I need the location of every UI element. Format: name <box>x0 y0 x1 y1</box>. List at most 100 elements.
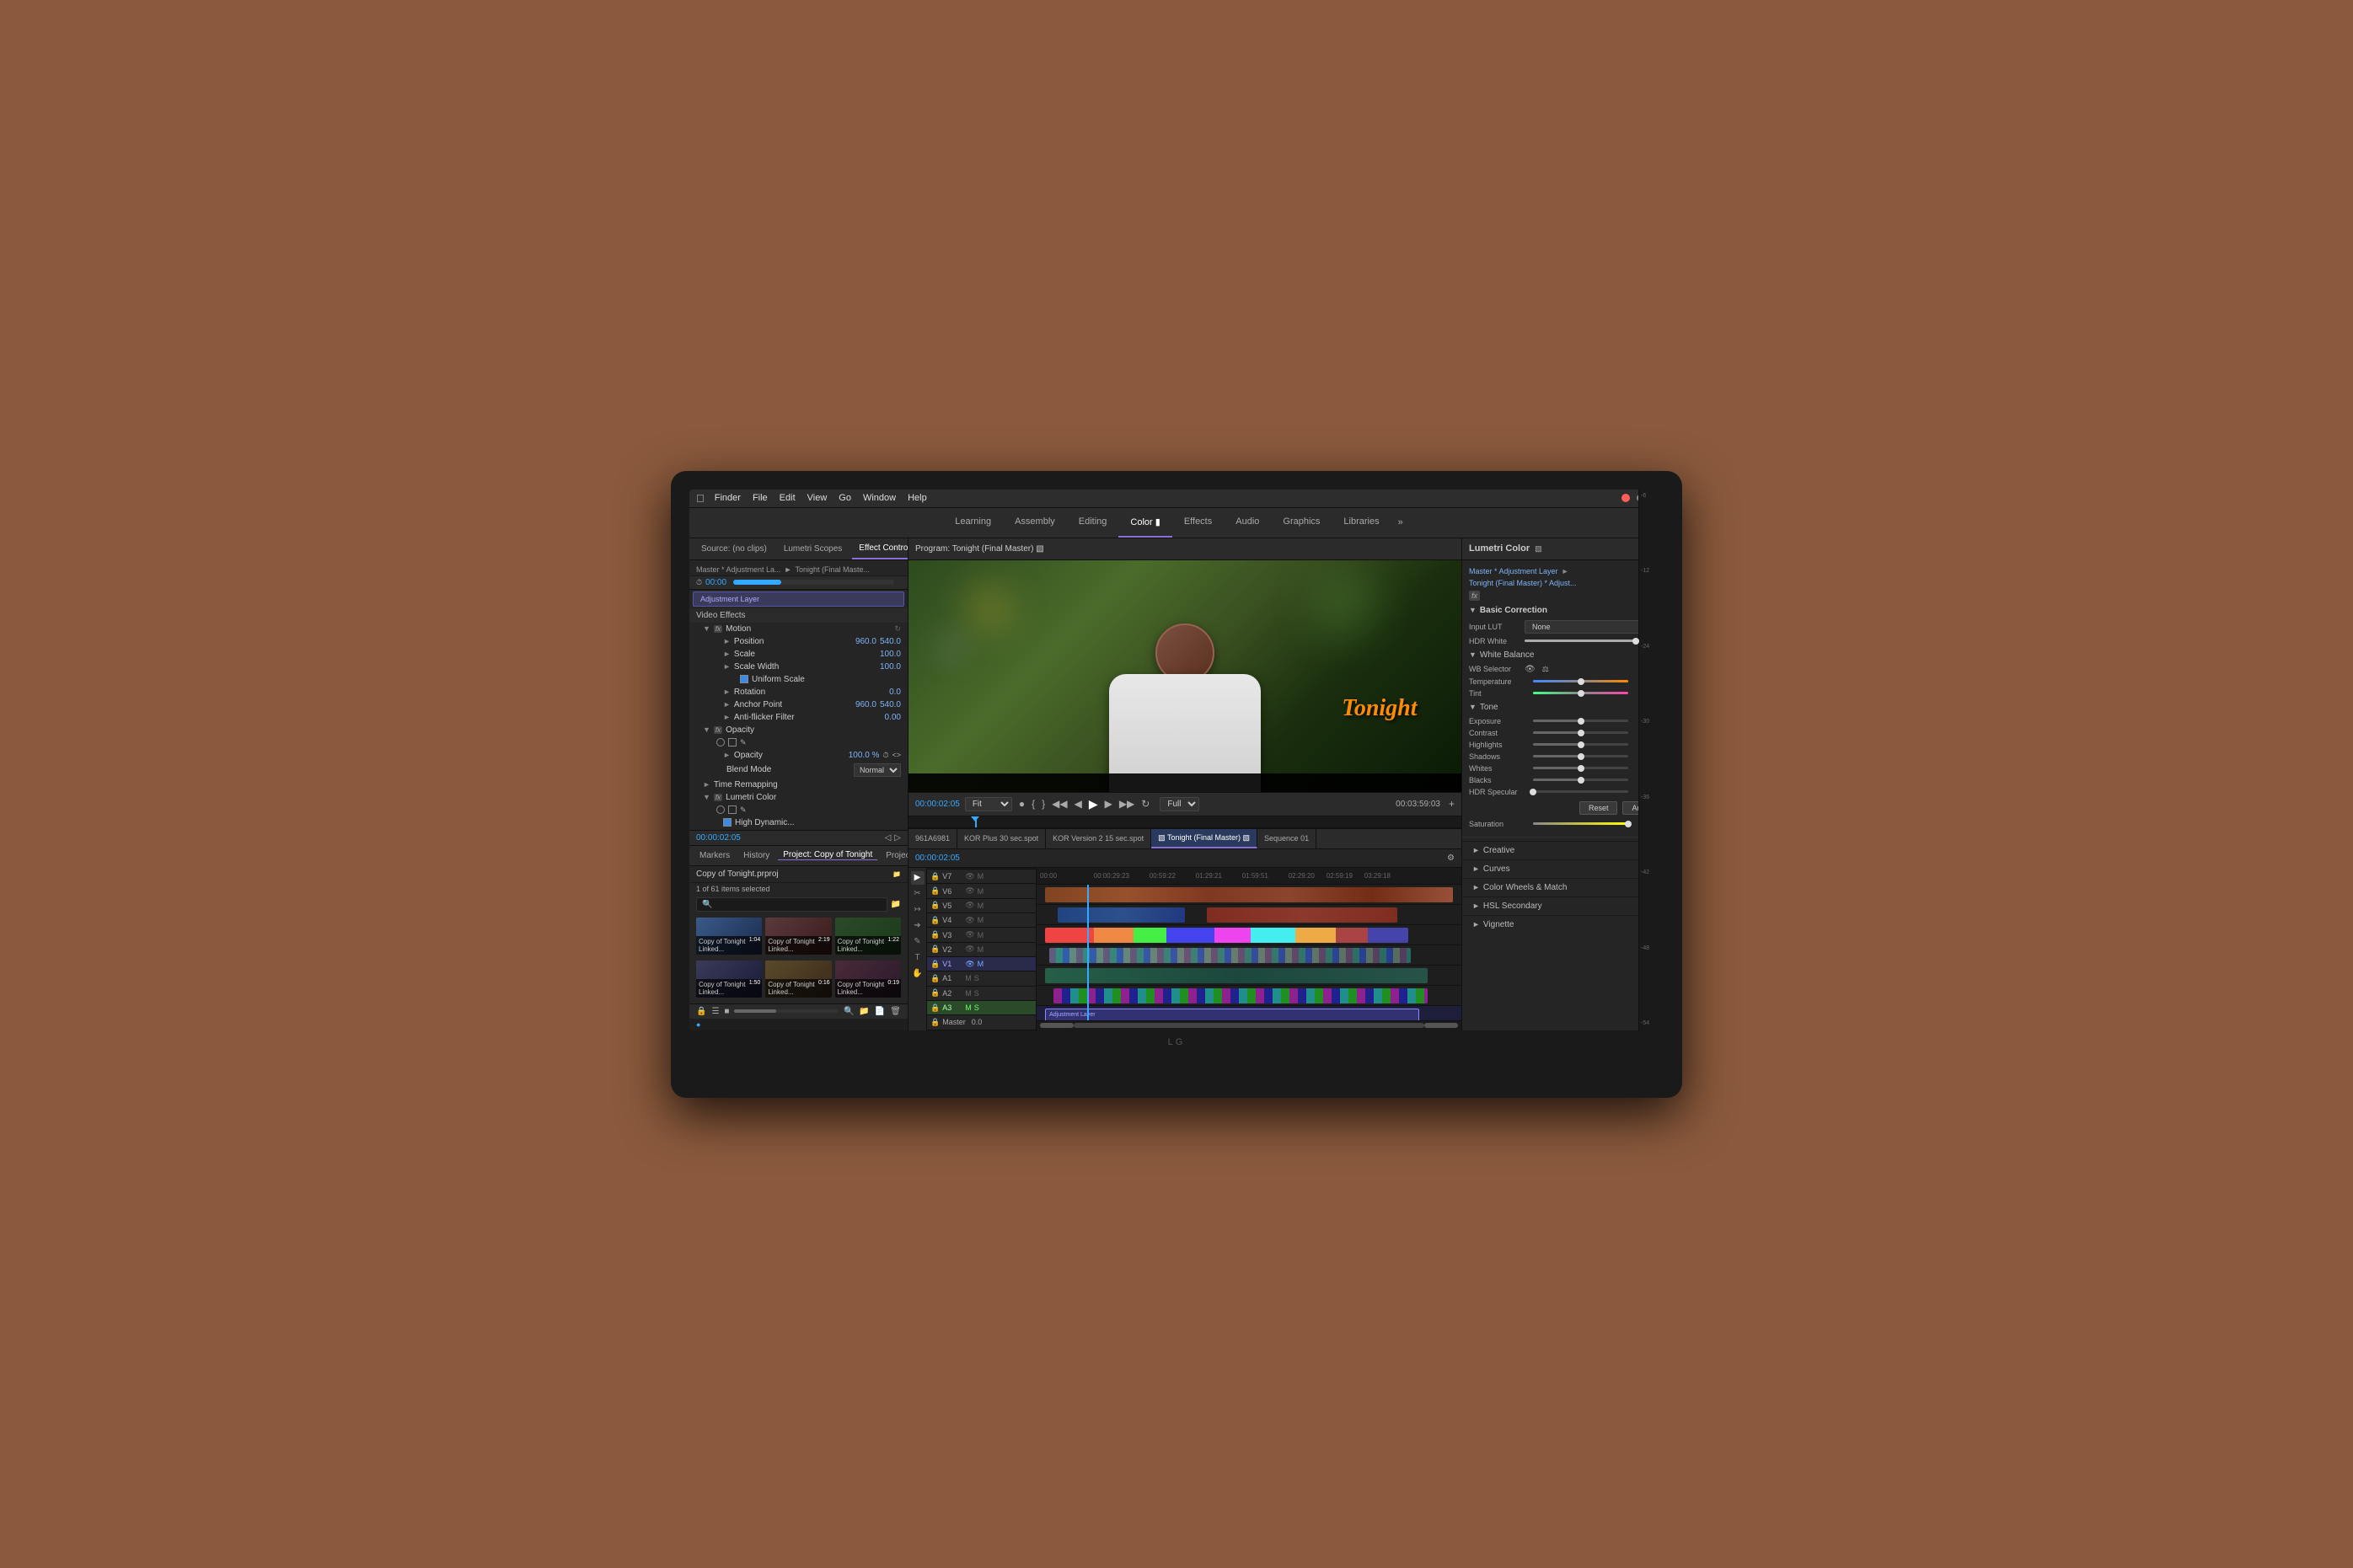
ec-scale-value[interactable]: 100.0 <box>880 650 901 659</box>
tab-audio[interactable]: Audio <box>1224 507 1271 538</box>
tab-graphics[interactable]: Graphics <box>1271 507 1332 538</box>
ec-scale-item[interactable]: ► Scale 100.0 <box>710 648 908 661</box>
tab-editing[interactable]: Editing <box>1067 507 1119 538</box>
tl-clip-v6b[interactable] <box>1207 907 1398 923</box>
ec-opacity-toggle[interactable]: ▼ <box>703 725 710 734</box>
tl-tool-text[interactable]: T <box>911 951 925 965</box>
tl-master-vol[interactable]: 0.0 <box>972 1018 983 1026</box>
rp-hdrspec-thumb[interactable] <box>1530 789 1536 795</box>
rp-hsl-header[interactable]: ► HSL Secondary ✓ <box>1472 899 1657 913</box>
media-thumb-4[interactable]: Copy of Tonight Linked... 1:50 <box>696 961 762 998</box>
file-menu[interactable]: File <box>753 493 768 503</box>
tl-clip-v7[interactable] <box>1045 887 1453 902</box>
tl-lock-v5[interactable]: 🔒 <box>930 901 940 910</box>
go-menu[interactable]: Go <box>839 493 851 503</box>
project-btn-lock[interactable]: 🔒 <box>696 1007 706 1016</box>
tab-lumetri-scopes[interactable]: Lumetri Scopes <box>777 538 849 560</box>
tl-mute-a1[interactable]: M <box>965 974 972 982</box>
ec-uniform-scale-item[interactable]: Uniform Scale <box>710 673 908 686</box>
pm-btn-loop[interactable]: ↻ <box>1139 796 1151 811</box>
tl-lock-a3[interactable]: 🔒 <box>930 1003 940 1013</box>
rp-con-thumb[interactable] <box>1578 730 1584 736</box>
pm-fit-select[interactable]: Fit 25% 50% 100% <box>965 797 1012 811</box>
tab-learning[interactable]: Learning <box>943 507 1003 538</box>
tl-scroll-left-handle[interactable] <box>1040 1023 1074 1028</box>
tl-mute-a2[interactable]: M <box>965 989 972 998</box>
ec-anchor-item[interactable]: ► Anchor Point 960.0540.0 <box>710 698 908 711</box>
pm-btn-play[interactable]: ▶ <box>1087 795 1100 813</box>
tl-eye-v7[interactable]: 👁 <box>965 872 974 881</box>
tl-eye-v2[interactable]: 👁 <box>965 945 974 954</box>
tl-tool-cut[interactable]: ✂ <box>911 887 925 901</box>
rp-sat-slider[interactable] <box>1533 822 1628 825</box>
pm-btn-step-back[interactable]: ◀ <box>1073 796 1084 811</box>
view-menu[interactable]: View <box>807 493 828 503</box>
tl-track-v4[interactable] <box>1037 945 1461 966</box>
tl-btn-settings[interactable]: ⚙ <box>1447 854 1455 863</box>
tl-eye-v6[interactable]: 👁 <box>965 886 974 896</box>
tl-tab-tonight[interactable]: ▧ Tonight (Final Master) ▧ <box>1151 829 1257 849</box>
pm-btn-add-marker[interactable]: ● <box>1017 796 1026 811</box>
left-footer-btn2[interactable]: ▷ <box>894 833 901 843</box>
tl-mute-v7[interactable]: M <box>978 872 984 880</box>
rp-wb-header[interactable]: ▼ White Balance <box>1469 650 1657 660</box>
tab-libraries[interactable]: Libraries <box>1332 507 1391 538</box>
media-thumb-1[interactable]: Copy of Tonight Linked... 1:04 <box>696 918 762 955</box>
tl-mute-v5[interactable]: M <box>978 902 984 910</box>
ec-antiflicker-value[interactable]: 0.00 <box>885 713 901 722</box>
more-workspaces[interactable]: » <box>1391 517 1410 527</box>
rp-wbs-eyedrop[interactable]: 👁 <box>1525 665 1536 674</box>
tl-tool-pen[interactable]: ✎ <box>911 935 925 949</box>
rp-hl-thumb[interactable] <box>1578 741 1584 748</box>
rp-bl-thumb[interactable] <box>1578 777 1584 784</box>
help-menu[interactable]: Help <box>908 493 927 503</box>
tl-ruler[interactable]: 00:00 00:00:29:23 00:59:22 01:29:21 01:5… <box>1037 868 1461 885</box>
project-btn-delete[interactable]: 🗑 <box>890 1007 901 1016</box>
pm-btn-mark-in[interactable]: { <box>1030 796 1037 811</box>
rp-shad-slider[interactable] <box>1533 755 1628 757</box>
ec-blendmode-select[interactable]: Normal <box>854 763 901 777</box>
ec-lumetri-toggle[interactable]: ▼ <box>703 793 710 801</box>
ec-position-item[interactable]: ► Position 960.0540.0 <box>710 635 908 648</box>
rp-creative-header[interactable]: ► Creative ✓ <box>1472 843 1657 858</box>
rp-colorwheels-header[interactable]: ► Color Wheels & Match ✓ <box>1472 880 1657 895</box>
rp-wbs-pipette[interactable]: ⚖ <box>1542 665 1549 674</box>
tab-effect-controls[interactable]: Effect Controls ▧ <box>852 538 908 560</box>
tl-lock-v2[interactable]: 🔒 <box>930 945 940 954</box>
rp-bl-slider[interactable] <box>1533 779 1628 781</box>
rp-temp-thumb[interactable] <box>1578 678 1584 685</box>
tl-scroll-right-handle[interactable] <box>1424 1023 1458 1028</box>
rp-hdrwhite-thumb[interactable] <box>1632 638 1639 645</box>
rp-temp-slider[interactable] <box>1533 680 1628 682</box>
media-thumb-5[interactable]: Copy of Tonight Linked... 0:16 <box>765 961 831 998</box>
ec-breadcrumb-tonight[interactable]: Tonight (Final Maste... <box>795 565 870 574</box>
tl-mute-a3[interactable]: M <box>965 1003 972 1012</box>
ec-rotation-value[interactable]: 0.0 <box>889 688 901 697</box>
tl-clips-v2[interactable] <box>1053 988 1428 1003</box>
apple-icon[interactable]:  <box>696 492 705 505</box>
project-btn-new[interactable]: 📄 <box>875 1007 885 1016</box>
pm-timecode-display[interactable]: 00:00:02:05 <box>915 800 960 809</box>
ec-timeremapping-item[interactable]: ► Time Remapping <box>689 779 908 791</box>
tl-tab-kor30[interactable]: KOR Plus 30 sec.spot <box>957 829 1046 849</box>
ec-uniform-checkbox[interactable] <box>740 675 748 683</box>
ec-lumetricolor-item[interactable]: ▼ fx Lumetri Color <box>689 791 908 804</box>
tl-lock-a1[interactable]: 🔒 <box>930 974 940 983</box>
project-btn-search[interactable]: 🔍 <box>844 1007 854 1016</box>
ec-opacity-value-item[interactable]: ► Opacity 100.0 % ⏱ <> <box>710 749 908 762</box>
rp-exp-thumb[interactable] <box>1578 718 1584 725</box>
pm-btn-ffwd[interactable]: ▶▶ <box>1118 796 1136 811</box>
tl-tool-slip[interactable]: ➜ <box>911 919 925 933</box>
ec-breadcrumb-master[interactable]: Master * Adjustment La... <box>696 565 781 574</box>
rp-hdrwhite-slider[interactable] <box>1525 640 1639 642</box>
project-slider[interactable] <box>734 1009 838 1013</box>
ec-motion-item[interactable]: ▼ fx Motion ↻ <box>689 623 908 635</box>
rp-wh-thumb[interactable] <box>1578 765 1584 772</box>
rp-sat-thumb[interactable] <box>1625 821 1632 827</box>
rp-tone-header[interactable]: ▼ Tone <box>1469 703 1657 712</box>
ec-rotation-item[interactable]: ► Rotation 0.0 <box>710 686 908 698</box>
ec-position-values[interactable]: 960.0540.0 <box>855 637 901 646</box>
rp-reset-btn[interactable]: Reset <box>1579 801 1618 815</box>
tl-eye-v3[interactable]: 👁 <box>965 930 974 939</box>
ec-scale-width-item[interactable]: ► Scale Width 100.0 <box>710 661 908 673</box>
